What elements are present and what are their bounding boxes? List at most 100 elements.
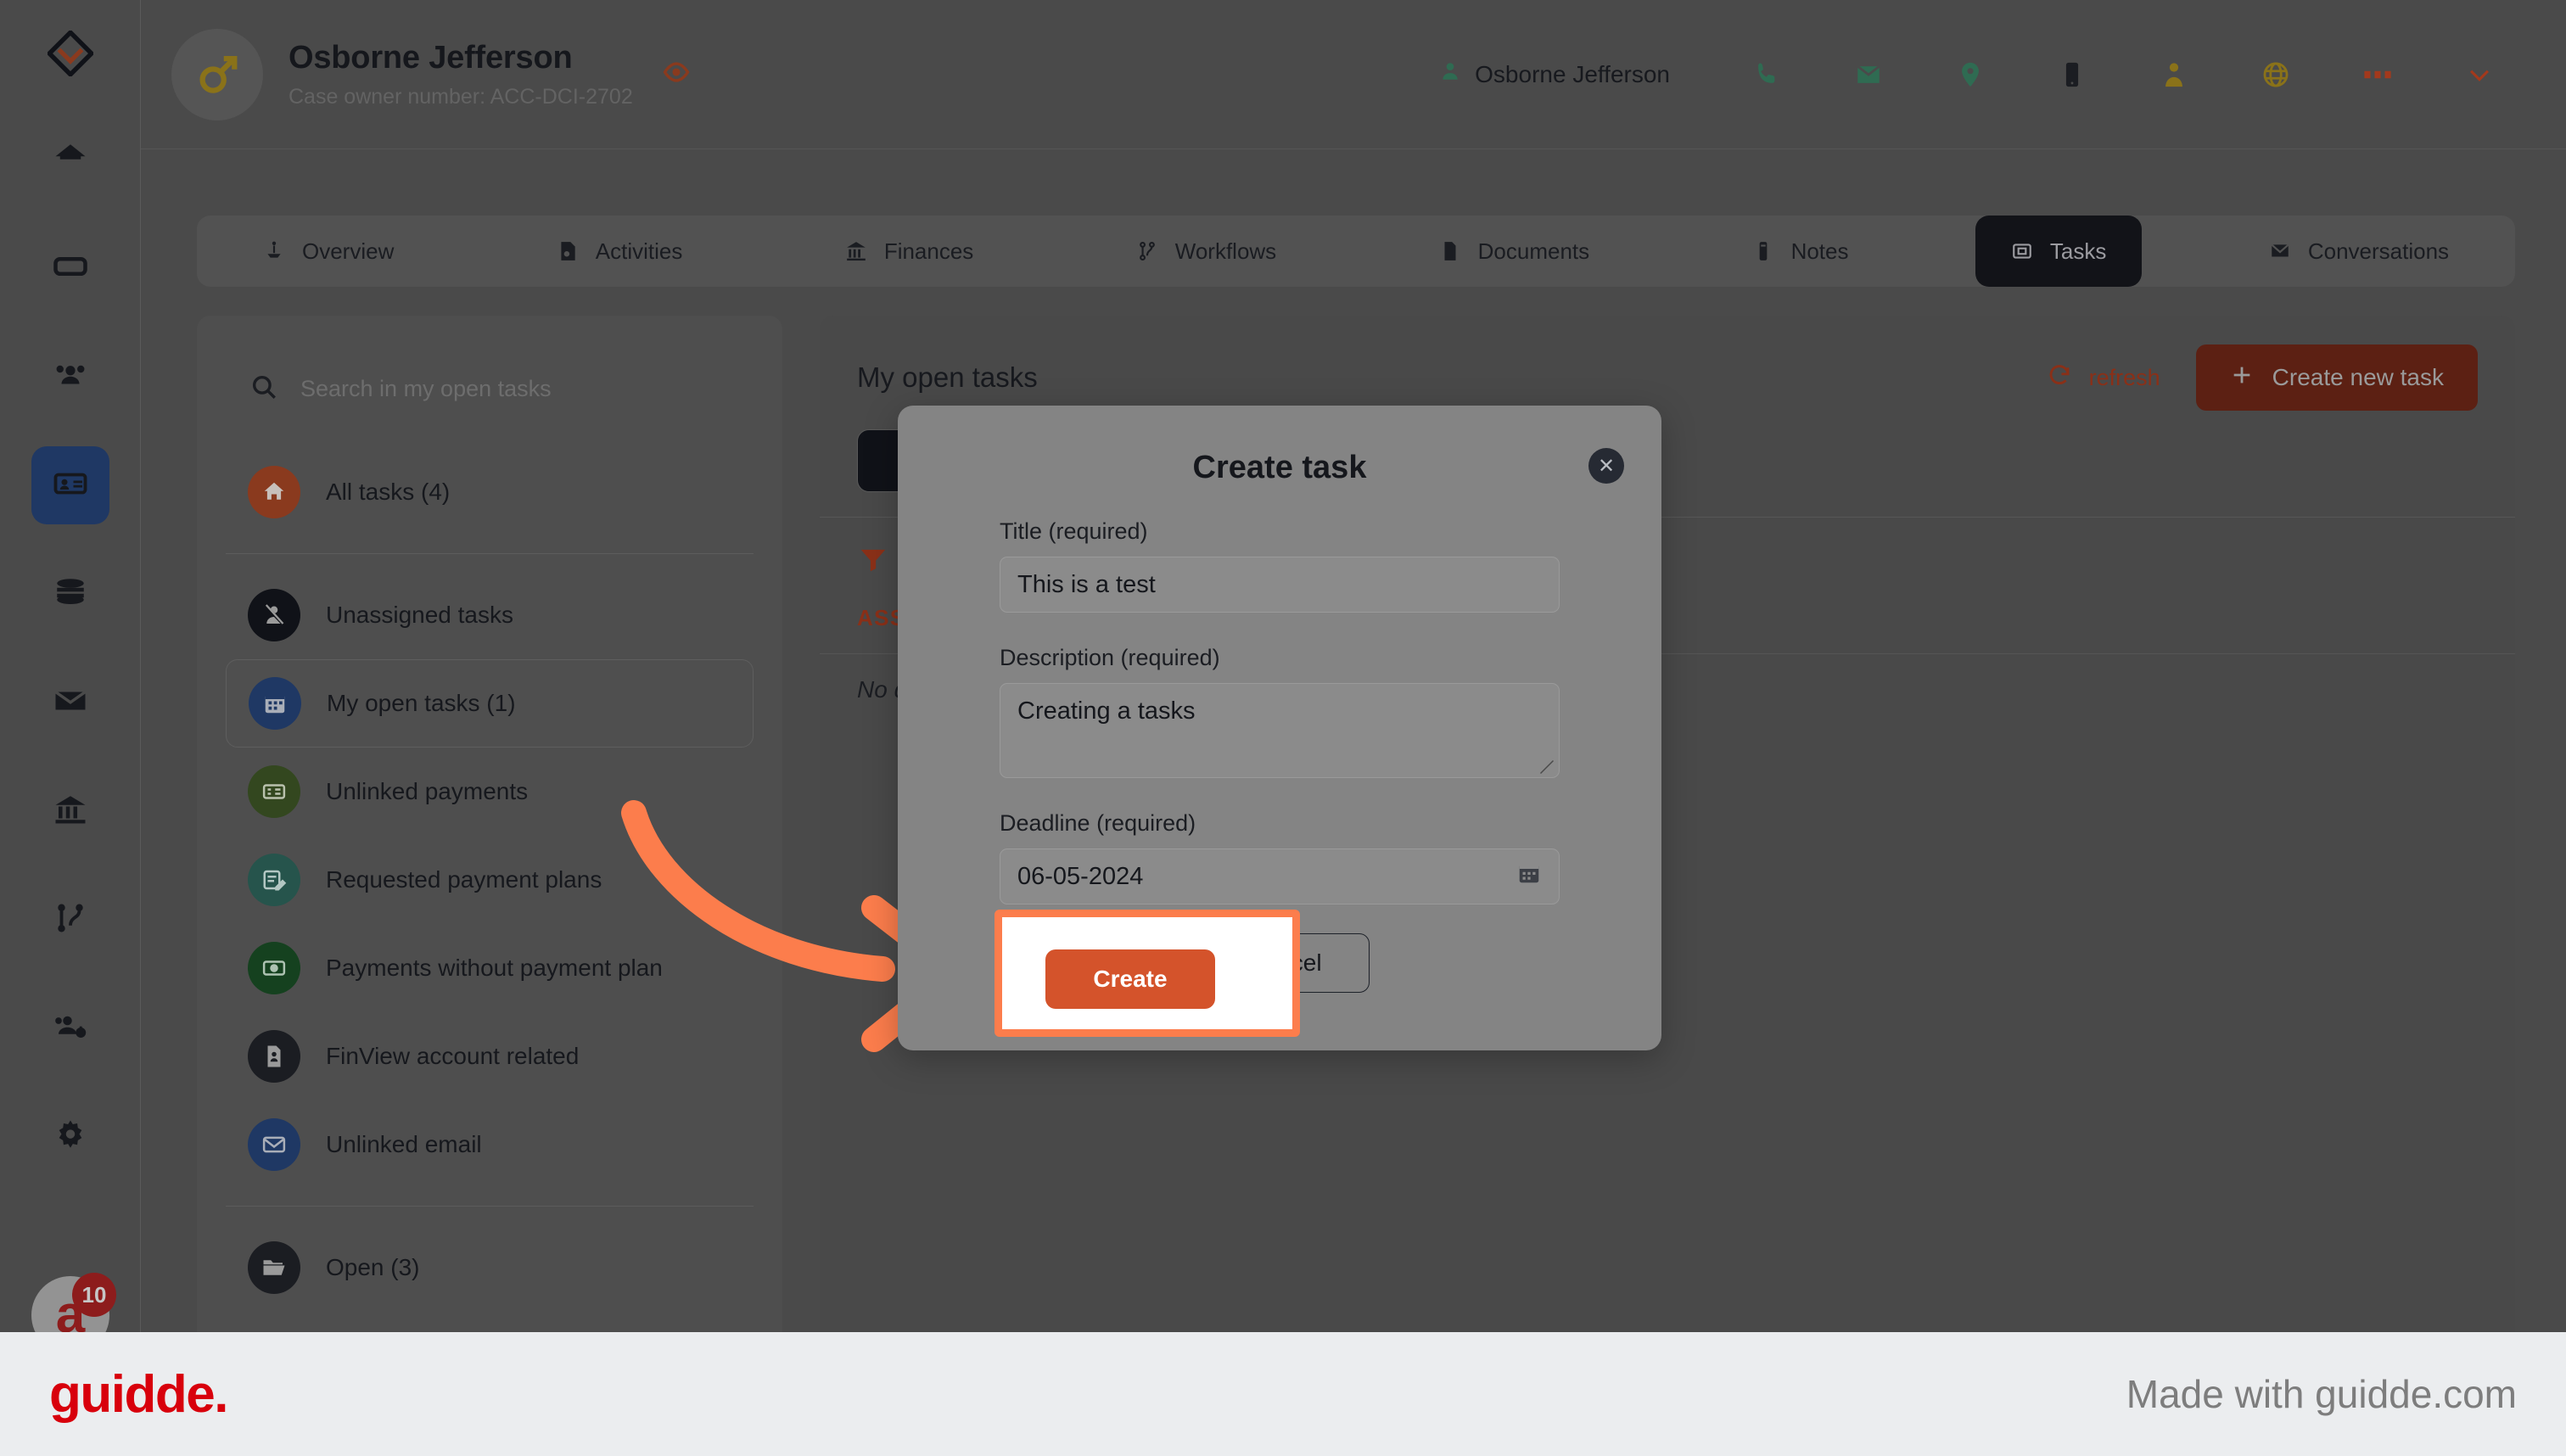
sidebar-item-teams[interactable]: [31, 989, 109, 1067]
tab-conversations[interactable]: Conversations: [2233, 216, 2485, 287]
sidebar-item-settings[interactable]: [31, 1098, 109, 1176]
create-button[interactable]: Create: [1045, 949, 1215, 1009]
list-item[interactable]: Unlinked email: [226, 1100, 754, 1189]
tab-workflows[interactable]: Workflows: [1101, 216, 1312, 287]
calendar-icon: [249, 677, 301, 730]
close-icon[interactable]: ✕: [1588, 448, 1624, 484]
search-input[interactable]: Search in my open tasks: [226, 344, 754, 433]
folder-open-icon: [248, 1241, 300, 1294]
create-new-task-button[interactable]: Create new task: [2195, 344, 2478, 411]
deadline-label: Deadline (required): [1000, 810, 1196, 836]
list-item[interactable]: Open (3): [226, 1224, 754, 1312]
tab-documents[interactable]: Documents: [1403, 216, 1626, 287]
header-actions: Osborne Jefferson: [1439, 60, 2566, 89]
sidebar-item-workflows[interactable]: [31, 881, 109, 959]
footer-bar: guidde. Made with guidde.com: [0, 1332, 2566, 1456]
header-user[interactable]: Osborne Jefferson: [1439, 60, 1670, 88]
database-icon: [53, 574, 88, 614]
brand-diamond-logo[interactable]: [42, 25, 98, 81]
search-placeholder: Search in my open tasks: [300, 375, 552, 401]
card-icon: [53, 249, 88, 288]
tab-activities[interactable]: Activities: [521, 216, 719, 287]
ellipsis-icon[interactable]: [2327, 68, 2429, 81]
male-gender-icon: [171, 28, 263, 120]
tab-label: Finances: [883, 238, 974, 264]
sidebar-item-cases[interactable]: [31, 446, 109, 524]
gear-icon: [53, 1117, 88, 1157]
tab-label: Conversations: [2307, 238, 2450, 264]
document-edit-icon: [248, 854, 300, 906]
description-label: Description (required): [1000, 645, 1220, 670]
list-item[interactable]: Requested payment plans: [226, 836, 754, 924]
sidebar-item-cards[interactable]: [31, 229, 109, 307]
list-item[interactable]: FinView account related: [226, 1012, 754, 1100]
divider: [226, 1206, 754, 1207]
description-textarea[interactable]: Creating a tasks: [1000, 683, 1560, 778]
tab-tasks[interactable]: Tasks: [1975, 216, 2143, 287]
user-avatar[interactable]: a 10: [31, 1273, 116, 1332]
title-label: Title (required): [1000, 518, 1148, 544]
divider: [226, 553, 754, 554]
title-field-group: Title (required) This is a test: [898, 518, 1661, 613]
sidebar-item-database[interactable]: [31, 555, 109, 633]
guidde-logo: guidde.: [49, 1364, 228, 1424]
mobile-icon[interactable]: [2021, 60, 2123, 89]
annotation-highlight-box: Create: [994, 910, 1300, 1037]
list-item[interactable]: All tasks (4): [226, 448, 754, 536]
search-icon: [249, 372, 278, 406]
list-item-my-open-tasks[interactable]: My open tasks (1): [226, 659, 754, 748]
calendar-icon[interactable]: [1516, 860, 1542, 893]
tab-overview[interactable]: Overview: [227, 216, 429, 287]
filter-list: All tasks (4) Unassigned tasks My open t…: [197, 448, 782, 1312]
resize-handle-icon[interactable]: [1539, 759, 1555, 775]
list-item[interactable]: Payments without payment plan: [226, 924, 754, 1012]
banknote-icon: [248, 942, 300, 994]
list-item[interactable]: Unlinked payments: [226, 748, 754, 836]
create-new-task-label: Create new task: [2272, 364, 2444, 390]
home-icon: [53, 140, 88, 180]
user-slash-icon: [248, 589, 300, 641]
overview-icon: [263, 240, 285, 262]
tab-bar: Overview Activities Finances Workflows D…: [197, 216, 2515, 287]
tab-notes[interactable]: Notes: [1717, 216, 1885, 287]
tab-label: Workflows: [1174, 238, 1277, 264]
notification-badge: 10: [72, 1273, 116, 1317]
list-item-label: Requested payment plans: [326, 866, 602, 893]
phone-icon[interactable]: [1716, 60, 1818, 89]
list-item-label: Unlinked email: [326, 1131, 482, 1157]
task-filters-panel: Search in my open tasks All tasks (4) Un…: [197, 316, 782, 1332]
id-card-icon: [53, 466, 88, 506]
person-icon: [1439, 60, 1461, 88]
sidebar-item-bank[interactable]: [31, 772, 109, 850]
list-item-label: Payments without payment plan: [326, 955, 663, 981]
panel-header: My open tasks refresh Create new task: [820, 316, 2515, 411]
conversations-icon: [2269, 240, 2291, 262]
envelope-icon[interactable]: [1818, 60, 1919, 89]
location-pin-icon[interactable]: [1919, 60, 2021, 89]
globe-icon[interactable]: [2225, 60, 2327, 89]
left-nav-rail: a 10: [0, 0, 141, 1332]
sidebar-item-mail[interactable]: [31, 664, 109, 742]
tab-label: Documents: [1477, 238, 1590, 264]
id-document-icon: [248, 1030, 300, 1083]
refresh-button[interactable]: refresh: [2026, 362, 2181, 394]
list-item-label: Unlinked payments: [326, 778, 529, 804]
workflows-icon: [1136, 240, 1158, 262]
tab-finances[interactable]: Finances: [810, 216, 1010, 287]
chevron-down-icon[interactable]: [2429, 60, 2530, 89]
filter-funnel-icon[interactable]: [857, 549, 889, 579]
user-avatar-icon[interactable]: [2123, 60, 2225, 89]
sidebar-item-people[interactable]: [31, 338, 109, 416]
list-item-label: My open tasks (1): [327, 690, 516, 716]
list-item[interactable]: Unassigned tasks: [226, 571, 754, 659]
envelope-icon: [248, 1118, 300, 1171]
eye-icon[interactable]: [662, 58, 691, 91]
tasks-icon: [2011, 240, 2033, 262]
title-input[interactable]: This is a test: [1000, 557, 1560, 613]
description-field-group: Description (required) Creating a tasks: [898, 645, 1661, 778]
sidebar-item-home[interactable]: [31, 120, 109, 199]
deadline-input[interactable]: 06-05-2024: [1000, 848, 1560, 904]
finances-icon: [845, 240, 867, 262]
people-settings-icon: [53, 1009, 88, 1049]
workflow-icon: [53, 900, 88, 940]
